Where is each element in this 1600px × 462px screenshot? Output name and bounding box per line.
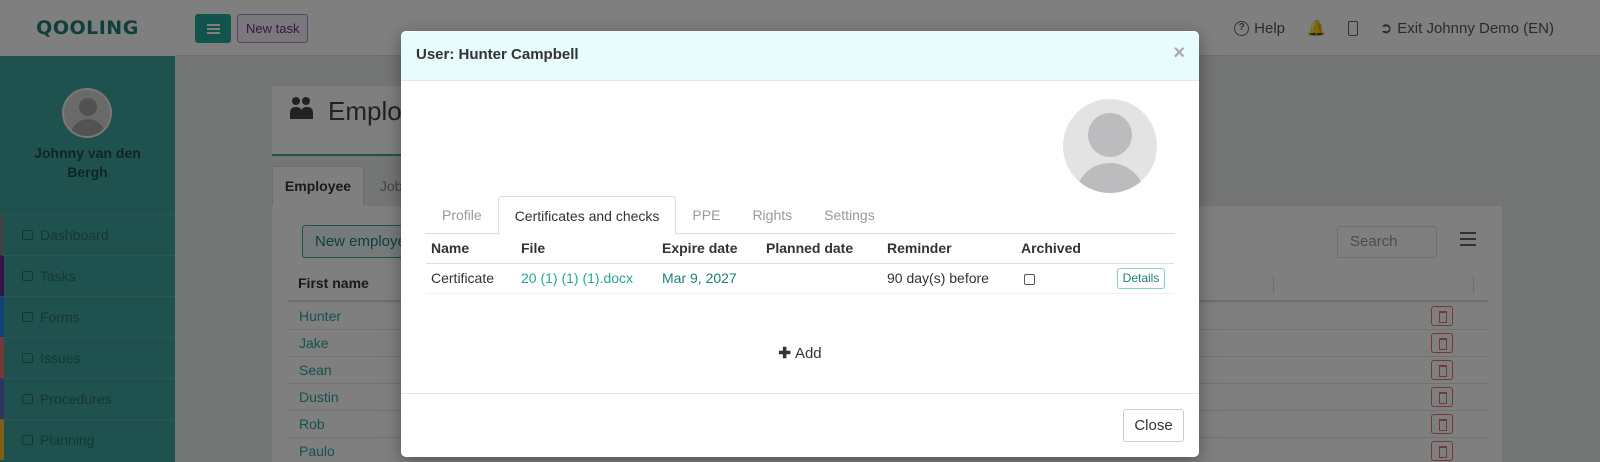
file-link[interactable]: 20 (1) (1) (1).docx [521, 270, 633, 286]
reminder: 90 day(s) before [882, 263, 1016, 294]
archived-checkbox[interactable] [1024, 273, 1035, 285]
certificate-name: Certificate [426, 263, 516, 294]
tab-profile[interactable]: Profile [426, 196, 498, 234]
certificates-table: Name File Expire date Planned date Remin… [426, 234, 1174, 294]
column-expire-date: Expire date [657, 234, 761, 264]
modal-header: User: Hunter Campbell × [401, 31, 1199, 81]
table-header-row: Name File Expire date Planned date Remin… [426, 234, 1174, 264]
details-button[interactable]: Details [1116, 267, 1166, 289]
tab-certificates-and-checks[interactable]: Certificates and checks [497, 196, 677, 235]
table-row: Certificate 20 (1) (1) (1).docx Mar 9, 2… [426, 263, 1174, 294]
column-file: File [516, 234, 657, 264]
tab-rights[interactable]: Rights [736, 196, 808, 234]
modal-footer: Close [401, 393, 1199, 457]
planned-date [761, 263, 882, 294]
column-actions [1108, 234, 1174, 264]
close-button[interactable]: Close [1123, 409, 1184, 442]
close-icon[interactable]: × [1173, 43, 1185, 63]
column-name: Name [426, 234, 516, 264]
modal-tabs: Profile Certificates and checks PPE Righ… [426, 196, 1174, 235]
column-reminder: Reminder [882, 234, 1016, 264]
add-certificate-button[interactable]: ✚ Add [401, 344, 1199, 362]
column-archived: Archived [1016, 234, 1108, 264]
plus-icon: ✚ [778, 345, 791, 362]
tab-ppe[interactable]: PPE [676, 196, 736, 234]
user-modal: User: Hunter Campbell × Profile Certific… [401, 31, 1199, 457]
avatar [1063, 99, 1157, 193]
add-label: Add [794, 345, 822, 362]
expire-date: Mar 9, 2027 [662, 270, 737, 286]
modal-title: User: Hunter Campbell [416, 46, 579, 63]
tab-settings[interactable]: Settings [808, 196, 891, 234]
column-planned-date: Planned date [761, 234, 882, 264]
